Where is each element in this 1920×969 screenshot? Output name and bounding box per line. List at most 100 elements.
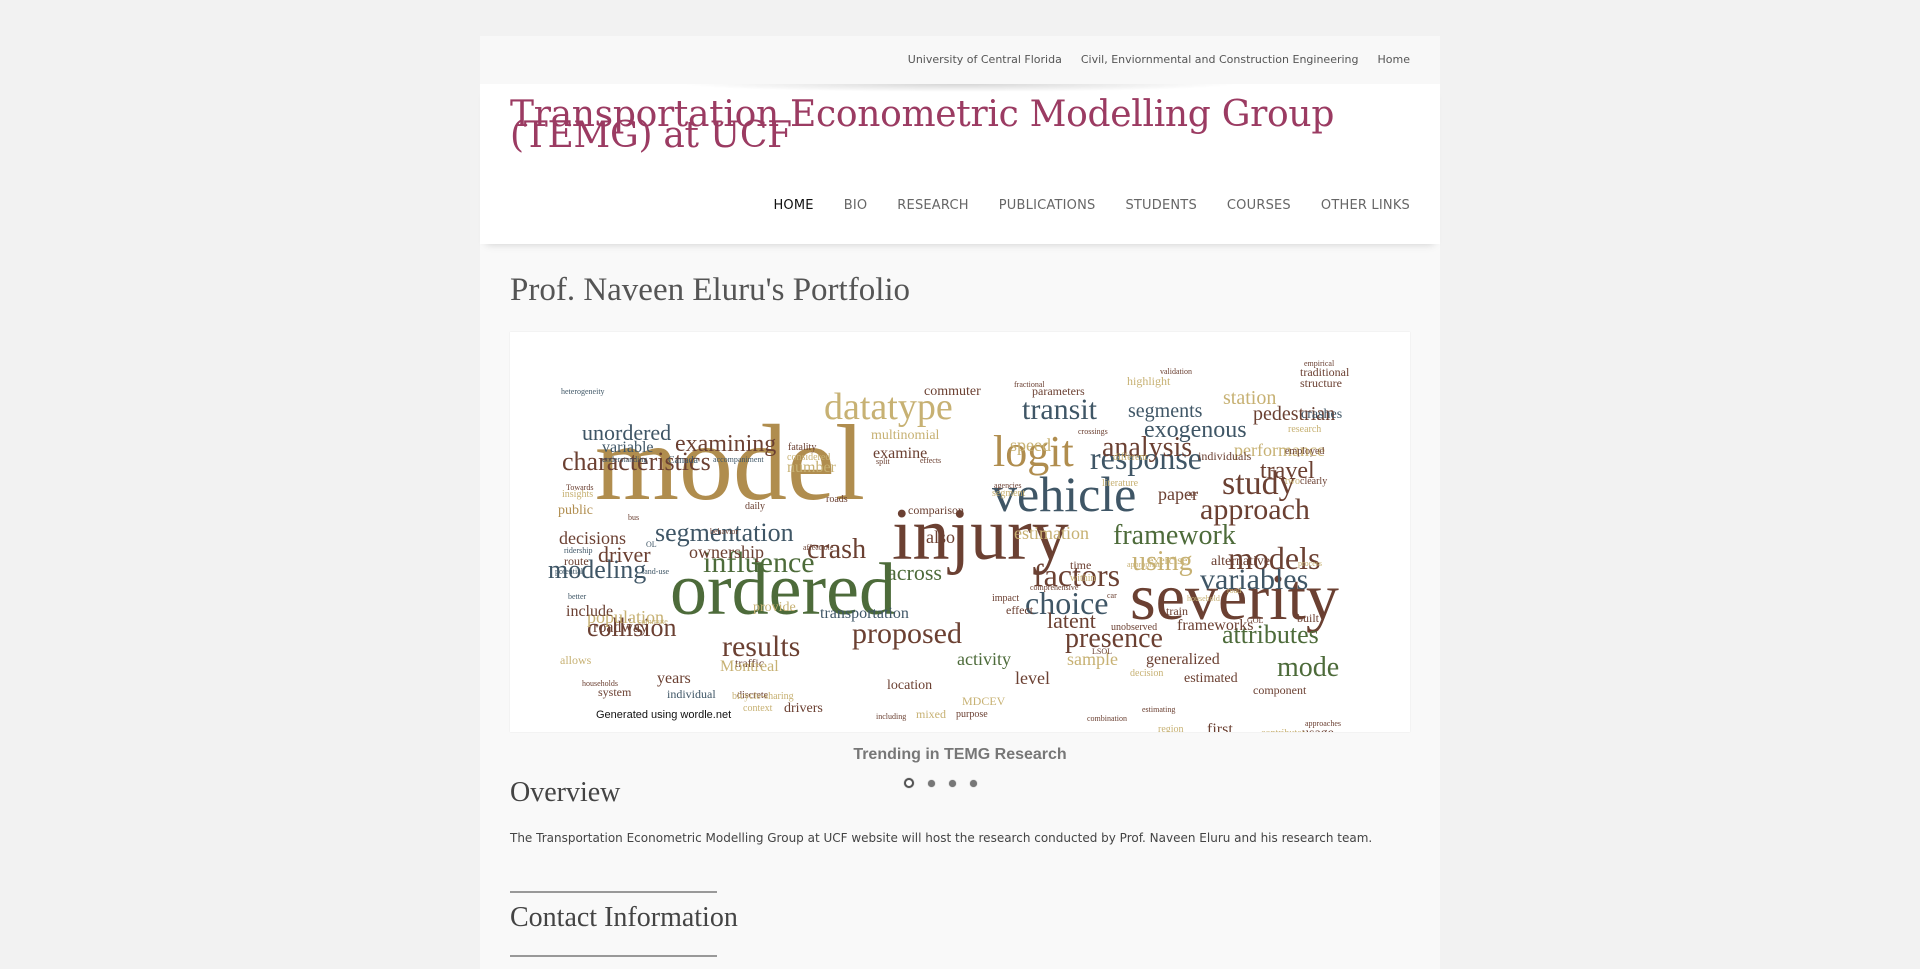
nav-students[interactable]: STUDENTS bbox=[1125, 198, 1196, 213]
word-cloud-word: ridership bbox=[564, 546, 592, 555]
word-cloud-word: GOL bbox=[1247, 616, 1264, 625]
word-cloud-word: split bbox=[876, 457, 891, 466]
word-cloud-word: segments bbox=[1128, 400, 1203, 422]
slider-caption: Trending in TEMG Research bbox=[853, 746, 1067, 763]
site-title[interactable]: Transportation Econometric Modelling Gro… bbox=[510, 97, 1450, 154]
word-cloud-word: location bbox=[887, 678, 932, 693]
word-cloud-word: Towards bbox=[566, 483, 593, 492]
word-cloud-word: transportation bbox=[820, 605, 909, 622]
contact-rule-top bbox=[510, 891, 717, 893]
word-cloud-word: MDCEV bbox=[962, 694, 1006, 708]
word-cloud-word: built bbox=[1297, 611, 1320, 625]
word-cloud-word: households bbox=[582, 679, 618, 688]
nav-publications[interactable]: PUBLICATIONS bbox=[999, 198, 1096, 213]
word-cloud-word: commute bbox=[638, 617, 668, 626]
word-cloud-word: component bbox=[1253, 683, 1307, 697]
wordle-credit: Generated using wordle.net bbox=[596, 709, 732, 721]
word-cloud-word: process bbox=[1298, 559, 1322, 568]
word-cloud-image: modelinjuryordered severityvehicledatatyp… bbox=[548, 359, 1350, 732]
contact-heading: Contact Information bbox=[510, 902, 738, 933]
word-cloud-word: contributes bbox=[1261, 728, 1306, 732]
word-cloud-word: mixed bbox=[916, 707, 946, 721]
word-cloud-word: roads bbox=[826, 494, 848, 505]
word-cloud-word: allows bbox=[560, 653, 592, 667]
word-cloud-word: decisions bbox=[559, 528, 626, 548]
word-cloud-word: crossings bbox=[1078, 427, 1108, 436]
slider-dot-3[interactable] bbox=[949, 780, 956, 787]
word-cloud-word: two bbox=[1285, 476, 1300, 487]
word-cloud-word: potential bbox=[555, 567, 584, 576]
word-cloud-word: public bbox=[558, 503, 593, 518]
word-cloud-word: effects bbox=[920, 456, 941, 465]
slider-dot-2[interactable] bbox=[928, 780, 935, 787]
word-cloud-word: estimation bbox=[1014, 523, 1089, 543]
top-bar: University of Central Florida Civil, Env… bbox=[480, 36, 1440, 84]
word-cloud-word: context bbox=[743, 703, 773, 714]
word-cloud-word: role bbox=[821, 543, 834, 552]
word-cloud-word: multinomial bbox=[871, 428, 940, 443]
word-cloud-word: heterogeneity bbox=[561, 387, 605, 396]
word-cloud-word: station bbox=[1223, 387, 1276, 409]
word-cloud-word: behavior bbox=[710, 527, 738, 536]
word-cloud-word: latent bbox=[1047, 608, 1096, 633]
top-links: University of Central Florida Civil, Env… bbox=[908, 53, 1410, 66]
nav-home[interactable]: HOME bbox=[773, 198, 813, 213]
nav-courses[interactable]: COURSES bbox=[1227, 198, 1291, 213]
word-cloud-word: LSOL bbox=[1092, 647, 1112, 656]
word-cloud-word: estimated bbox=[1184, 671, 1238, 686]
word-cloud-word: also bbox=[926, 527, 955, 547]
word-cloud-word: land-use bbox=[642, 567, 670, 576]
word-cloud-word: unobserved bbox=[1111, 622, 1157, 633]
word-cloud-word: daily bbox=[745, 501, 765, 512]
word-cloud-word: individual bbox=[667, 687, 716, 701]
word-cloud-word: validation bbox=[1160, 367, 1192, 376]
word-cloud-word: alternative bbox=[1211, 554, 1270, 569]
nav-bio[interactable]: BIO bbox=[844, 198, 868, 213]
word-cloud-word: understanding bbox=[602, 455, 647, 464]
word-cloud-word: including bbox=[876, 712, 906, 721]
word-cloud-word: impact bbox=[992, 593, 1019, 604]
word-cloud-word: activity bbox=[957, 649, 1011, 669]
top-link-home[interactable]: Home bbox=[1378, 53, 1410, 66]
word-cloud-word: research bbox=[1288, 424, 1321, 435]
word-cloud-word: first bbox=[1207, 721, 1233, 732]
word-cloud-word: crashes bbox=[1301, 407, 1342, 422]
word-cloud-word: effect bbox=[1006, 603, 1034, 617]
slider-pagination bbox=[904, 778, 977, 788]
word-cloud-word: car bbox=[1107, 591, 1117, 600]
image-slider[interactable]: model injury ordered severity vehicle datatyp… bbox=[510, 332, 1410, 732]
word-cloud-word: bicycle-sharing bbox=[732, 691, 794, 702]
word-cloud-word: empirical bbox=[1304, 359, 1335, 368]
slider-dot-1[interactable] bbox=[904, 778, 914, 788]
top-link-ucf[interactable]: University of Central Florida bbox=[908, 53, 1062, 66]
contact-rule-bottom bbox=[510, 955, 717, 957]
word-cloud-word: frameworks bbox=[1177, 617, 1253, 634]
word-cloud-word: generalized bbox=[1146, 651, 1220, 668]
nav-research[interactable]: RESEARCH bbox=[897, 198, 968, 213]
word-cloud-word: clearly bbox=[1300, 476, 1327, 487]
site-header: Transportation Econometric Modelling Gro… bbox=[480, 84, 1440, 244]
word-cloud-word: decision bbox=[1130, 668, 1163, 679]
top-link-cece[interactable]: Civil, Enviornmental and Construction En… bbox=[1081, 53, 1359, 66]
nav-other-links[interactable]: OTHER LINKS bbox=[1321, 198, 1410, 213]
word-cloud-word: appropriate bbox=[1127, 560, 1164, 569]
word-cloud-word: estimating bbox=[1142, 705, 1175, 714]
word-cloud-word: purpose bbox=[956, 709, 988, 720]
word-cloud-word: approaches bbox=[1305, 719, 1341, 728]
word-cloud-word: ownership bbox=[689, 542, 764, 562]
word-cloud-word: individuals bbox=[1198, 449, 1252, 463]
word-cloud-word: variable bbox=[602, 439, 654, 456]
slider-dot-4[interactable] bbox=[970, 780, 977, 787]
page-container: University of Central Florida Civil, Env… bbox=[480, 36, 1440, 969]
word-cloud-word: commuter bbox=[924, 384, 981, 399]
page-heading: Prof. Naveen Eluru's Portfolio bbox=[510, 272, 911, 308]
word-cloud-word: age bbox=[1187, 489, 1199, 498]
word-cloud-word: provide bbox=[753, 600, 796, 615]
word-cloud-word: agencies bbox=[994, 481, 1022, 490]
word-cloud-word: OL bbox=[646, 540, 657, 549]
word-cloud-word: literature bbox=[1102, 478, 1139, 489]
overview-text: The Transportation Econometric Modelling… bbox=[510, 831, 1373, 845]
word-cloud-word: bus bbox=[628, 513, 639, 522]
word-cloud-word: time bbox=[1070, 558, 1091, 572]
word-cloud-word: route bbox=[564, 554, 589, 568]
